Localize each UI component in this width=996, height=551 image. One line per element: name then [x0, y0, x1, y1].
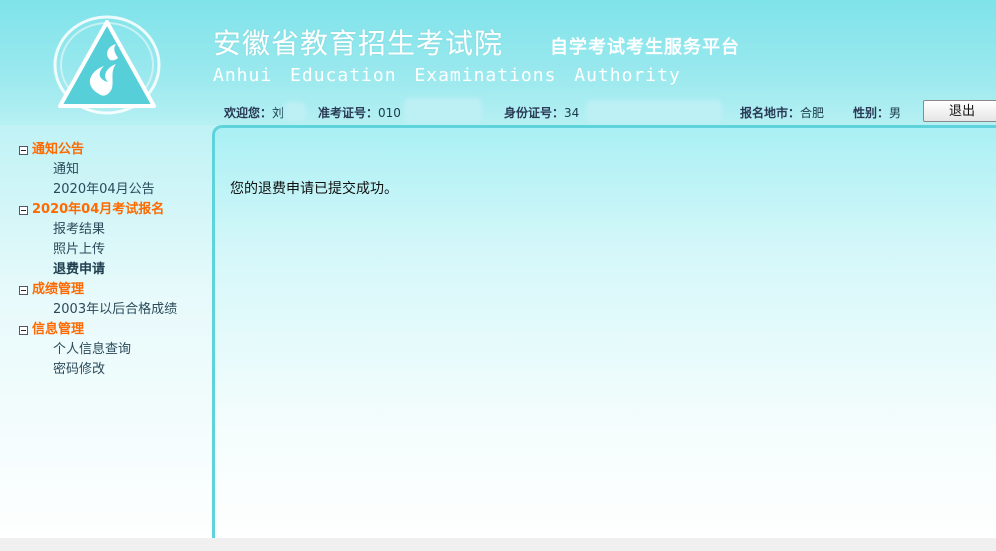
menu-item-personal-info[interactable]: 个人信息查询	[0, 340, 212, 360]
id-card-label: 身份证号：	[504, 106, 565, 120]
exam-id-field: 准考证号：010	[318, 104, 401, 121]
menu-item-photo-upload[interactable]: 照片上传	[0, 240, 212, 260]
menu-item-refund-request[interactable]: 退费申请	[0, 260, 212, 280]
collapse-icon[interactable]	[19, 326, 28, 335]
exam-id-value: 010	[378, 106, 401, 120]
main-content-panel: 您的退费申请已提交成功。	[212, 125, 996, 548]
menu-item-passing-scores[interactable]: 2003年以后合格成绩	[0, 300, 212, 320]
header: 安徽省教育招生考试院 自学考试考生服务平台 Anhui Education Ex…	[0, 0, 996, 125]
menu-group-notices[interactable]: 通知公告	[0, 140, 212, 160]
menu-group-exam-registration[interactable]: 2020年04月考试报名	[0, 200, 212, 220]
sidebar-menu: 通知公告 通知 2020年04月公告 2020年04月考试报名 报考结果 照片上…	[0, 140, 212, 530]
welcome-field: 欢迎您：刘	[224, 104, 284, 121]
menu-group-scores[interactable]: 成绩管理	[0, 280, 212, 300]
logo-icon	[53, 15, 161, 115]
redaction-mask	[284, 102, 306, 122]
gender-value: 男	[889, 106, 902, 120]
site-title-english: Anhui Education Examinations Authority	[213, 65, 681, 86]
collapse-icon[interactable]	[19, 206, 28, 215]
gender-field: 性别：男	[853, 104, 901, 121]
collapse-icon[interactable]	[19, 286, 28, 295]
menu-item-registration-result[interactable]: 报考结果	[0, 220, 212, 240]
collapse-icon[interactable]	[19, 146, 28, 155]
id-card-field: 身份证号：34	[504, 104, 579, 121]
location-value: 合肥	[800, 106, 825, 120]
welcome-label: 欢迎您：	[224, 106, 273, 120]
id-card-value: 34	[564, 106, 580, 120]
redaction-mask	[404, 98, 482, 124]
logout-button[interactable]: 退出	[923, 100, 996, 122]
menu-group-info-management[interactable]: 信息管理	[0, 320, 212, 340]
exam-id-label: 准考证号：	[318, 106, 379, 120]
menu-item-notice[interactable]: 通知	[0, 160, 212, 180]
redaction-mask	[586, 100, 722, 124]
location-field: 报名地市：合肥	[740, 104, 824, 121]
success-message: 您的退费申请已提交成功。	[230, 181, 398, 197]
site-title: 安徽省教育招生考试院	[213, 27, 504, 60]
location-label: 报名地市：	[740, 106, 801, 120]
site-subtitle: 自学考试考生服务平台	[550, 37, 740, 58]
menu-item-april-notice[interactable]: 2020年04月公告	[0, 180, 212, 200]
welcome-value: 刘	[272, 106, 285, 120]
bottom-border	[0, 538, 996, 551]
gender-label: 性别：	[853, 106, 890, 120]
menu-item-change-password[interactable]: 密码修改	[0, 360, 212, 380]
